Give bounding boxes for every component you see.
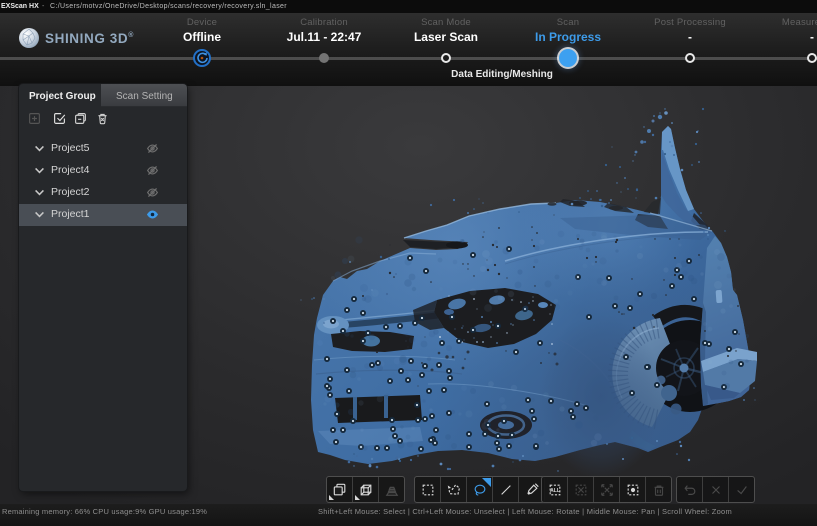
svg-text:ALL: ALL [550,488,560,494]
